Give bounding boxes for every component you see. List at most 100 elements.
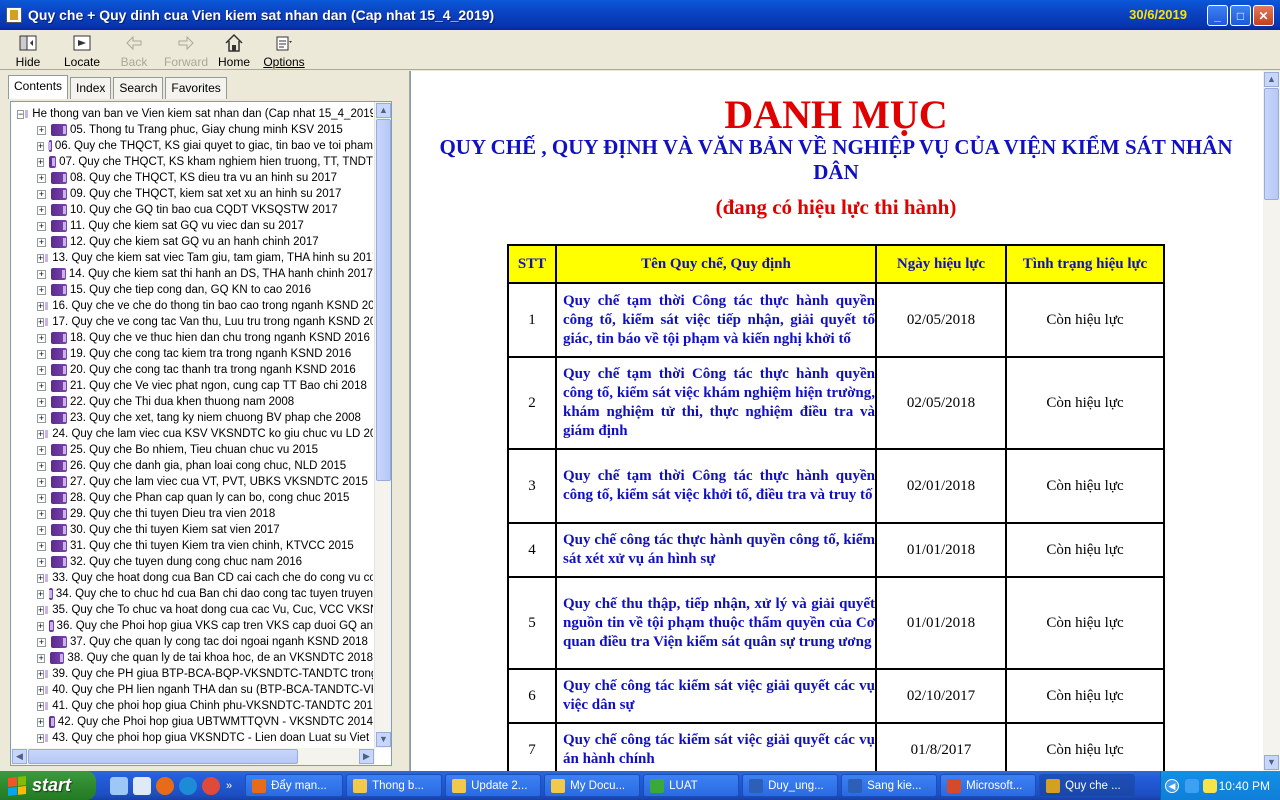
ie-icon[interactable] <box>179 776 197 795</box>
show-hidden-icons[interactable]: ◀ <box>1165 778 1179 793</box>
tree-item[interactable]: +34. Quy che to chuc hd cua Ban chi dao … <box>11 586 373 602</box>
expand-icon[interactable]: + <box>37 509 46 519</box>
taskbar-button[interactable]: LUAT <box>643 774 740 797</box>
contents-tree[interactable]: − He thong van ban ve Vien kiem sat nhan… <box>10 101 392 766</box>
tree-scroll-thumb[interactable] <box>376 119 391 481</box>
expand-icon[interactable]: + <box>37 541 46 551</box>
expand-icon[interactable]: + <box>37 669 45 679</box>
tree-item[interactable]: +43. Quy che phoi hop giua VKSNDTC - Lie… <box>11 730 373 746</box>
tree-item[interactable]: +10. Quy che GQ tin bao cua CQDT VKSQSTW… <box>11 202 373 218</box>
scroll-right-arrow-icon[interactable]: ▶ <box>359 749 374 764</box>
tree-item[interactable]: +08. Quy che THQCT, KS dieu tra vu an hi… <box>11 170 373 186</box>
tree-item[interactable]: +31. Quy che thi tuyen Kiem tra vien chi… <box>11 538 373 554</box>
expand-icon[interactable]: + <box>37 365 46 375</box>
expand-icon[interactable]: + <box>37 653 46 663</box>
tab-search[interactable]: Search <box>113 77 164 99</box>
expand-icon[interactable]: + <box>37 429 45 439</box>
tree-item[interactable]: +22. Quy che Thi dua khen thuong nam 200… <box>11 394 373 410</box>
show-desktop-icon[interactable] <box>110 776 128 795</box>
expand-icon[interactable]: + <box>37 493 46 503</box>
firefox-icon[interactable] <box>156 776 174 795</box>
tree-item[interactable]: +32. Quy che tuyen dung cong chuc nam 20… <box>11 554 373 570</box>
cell-name[interactable]: Quy chế công tác thực hành quyền công tố… <box>555 522 877 578</box>
tree-item[interactable]: +06. Quy che THQCT, KS giai quyet to gia… <box>11 138 373 154</box>
expand-icon[interactable]: + <box>37 189 46 199</box>
tree-item[interactable]: +14. Quy che kiem sat thi hanh an DS, TH… <box>11 266 373 282</box>
expand-icon[interactable]: + <box>37 525 46 535</box>
options-button[interactable]: Options <box>260 30 308 70</box>
expand-icon[interactable]: + <box>37 733 45 743</box>
taskbar-button[interactable]: Đẩy mạn... <box>245 774 344 797</box>
expand-icon[interactable]: + <box>37 333 46 343</box>
cell-name[interactable]: Quy chế tạm thời Công tác thực hành quyề… <box>555 448 877 524</box>
quicklaunch-more-icon[interactable]: » <box>226 780 232 792</box>
tree-item[interactable]: +28. Quy che Phan cap quan ly can bo, co… <box>11 490 373 506</box>
tree-item[interactable]: +30. Quy che thi tuyen Kiem sat vien 201… <box>11 522 373 538</box>
tree-horizontal-scrollbar[interactable]: ◀ ▶ <box>11 748 375 765</box>
tree-item[interactable]: +25. Quy che Bo nhiem, Tieu chuan chuc v… <box>11 442 373 458</box>
tree-item[interactable]: +19. Quy che cong tac kiem tra trong nga… <box>11 346 373 362</box>
tree-item[interactable]: +29. Quy che thi tuyen Dieu tra vien 201… <box>11 506 373 522</box>
expand-icon[interactable]: + <box>37 125 46 135</box>
expand-icon[interactable]: + <box>37 301 45 311</box>
expand-icon[interactable]: + <box>37 461 46 471</box>
expand-icon[interactable]: + <box>37 445 46 455</box>
expand-icon[interactable]: + <box>37 237 46 247</box>
scroll-left-arrow-icon[interactable]: ◀ <box>12 749 27 764</box>
expand-icon[interactable]: + <box>37 701 45 711</box>
tree-item[interactable]: +27. Quy che lam viec cua VT, PVT, UBKS … <box>11 474 373 490</box>
content-scroll-thumb[interactable] <box>1264 88 1279 200</box>
expand-icon[interactable]: + <box>37 205 46 215</box>
tree-item[interactable]: +07. Quy che THQCT, KS kham nghiem hien … <box>11 154 373 170</box>
tab-favorites[interactable]: Favorites <box>165 77 227 99</box>
content-vertical-scrollbar[interactable]: ▲ ▼ <box>1263 71 1280 771</box>
forward-button[interactable]: Forward <box>162 30 210 70</box>
network-icon[interactable] <box>1185 778 1199 793</box>
tree-item[interactable]: +36. Quy che Phoi hop giua VKS cap tren … <box>11 618 373 634</box>
back-button[interactable]: Back <box>110 30 158 70</box>
tree-item[interactable]: +35. Quy che To chuc va hoat dong cua ca… <box>11 602 373 618</box>
scroll-down-arrow-icon[interactable]: ▼ <box>376 732 391 747</box>
start-button[interactable]: start <box>0 771 96 800</box>
minimize-button[interactable]: _ <box>1207 5 1228 26</box>
expand-icon[interactable]: + <box>37 285 46 295</box>
cell-name[interactable]: Quy chế thu thập, tiếp nhận, xử lý và gi… <box>555 576 877 670</box>
expand-icon[interactable]: + <box>37 621 45 631</box>
close-button[interactable]: ✕ <box>1253 5 1274 26</box>
collapse-icon[interactable]: − <box>17 109 25 119</box>
tree-item[interactable]: +26. Quy che danh gia, phan loai cong ch… <box>11 458 373 474</box>
tree-item[interactable]: +37. Quy che quan ly cong tac doi ngoai … <box>11 634 373 650</box>
maximize-button[interactable]: □ <box>1230 5 1251 26</box>
expand-icon[interactable]: + <box>37 253 45 263</box>
scroll-down-arrow-icon[interactable]: ▼ <box>1264 755 1279 770</box>
expand-icon[interactable]: + <box>37 141 45 151</box>
cell-name[interactable]: Quy chế tạm thời Công tác thực hành quyề… <box>555 356 877 450</box>
expand-icon[interactable]: + <box>37 349 46 359</box>
taskbar-button[interactable]: Thong b... <box>346 774 443 797</box>
scroll-up-arrow-icon[interactable]: ▲ <box>376 103 391 118</box>
tree-item[interactable]: +41. Quy che phoi hop giua Chinh phu-VKS… <box>11 698 373 714</box>
expand-icon[interactable]: + <box>37 717 45 727</box>
expand-icon[interactable]: + <box>37 477 46 487</box>
expand-icon[interactable]: + <box>37 269 46 279</box>
tree-item[interactable]: +09. Quy che THQCT, kiem sat xet xu an h… <box>11 186 373 202</box>
expand-icon[interactable]: + <box>37 317 45 327</box>
tab-index[interactable]: Index <box>70 77 112 99</box>
expand-icon[interactable]: + <box>37 381 46 391</box>
taskbar-button[interactable]: Update 2... <box>445 774 542 797</box>
tree-hscroll-thumb[interactable] <box>28 749 298 764</box>
expand-icon[interactable]: + <box>37 413 46 423</box>
tree-item[interactable]: +38. Quy che quan ly de tai khoa hoc, de… <box>11 650 373 666</box>
tree-item[interactable]: +18. Quy che ve thuc hien dan chu trong … <box>11 330 373 346</box>
tree-item[interactable]: +39. Quy che PH giua BTP-BCA-BQP-VKSNDTC… <box>11 666 373 682</box>
explorer-icon[interactable] <box>133 776 151 795</box>
tree-item[interactable]: +17. Quy che ve cong tac Van thu, Luu tr… <box>11 314 373 330</box>
expand-icon[interactable]: + <box>37 557 46 567</box>
expand-icon[interactable]: + <box>37 605 45 615</box>
tree-item[interactable]: +33. Quy che hoat dong cua Ban CD cai ca… <box>11 570 373 586</box>
expand-icon[interactable]: + <box>37 397 46 407</box>
cell-name[interactable]: Quy chế tạm thời Công tác thực hành quyề… <box>555 282 877 358</box>
chrome-icon[interactable] <box>202 776 220 795</box>
tree-item[interactable]: +20. Quy che cong tac thanh tra trong ng… <box>11 362 373 378</box>
tree-item[interactable]: +05. Thong tu Trang phuc, Giay chung min… <box>11 122 373 138</box>
